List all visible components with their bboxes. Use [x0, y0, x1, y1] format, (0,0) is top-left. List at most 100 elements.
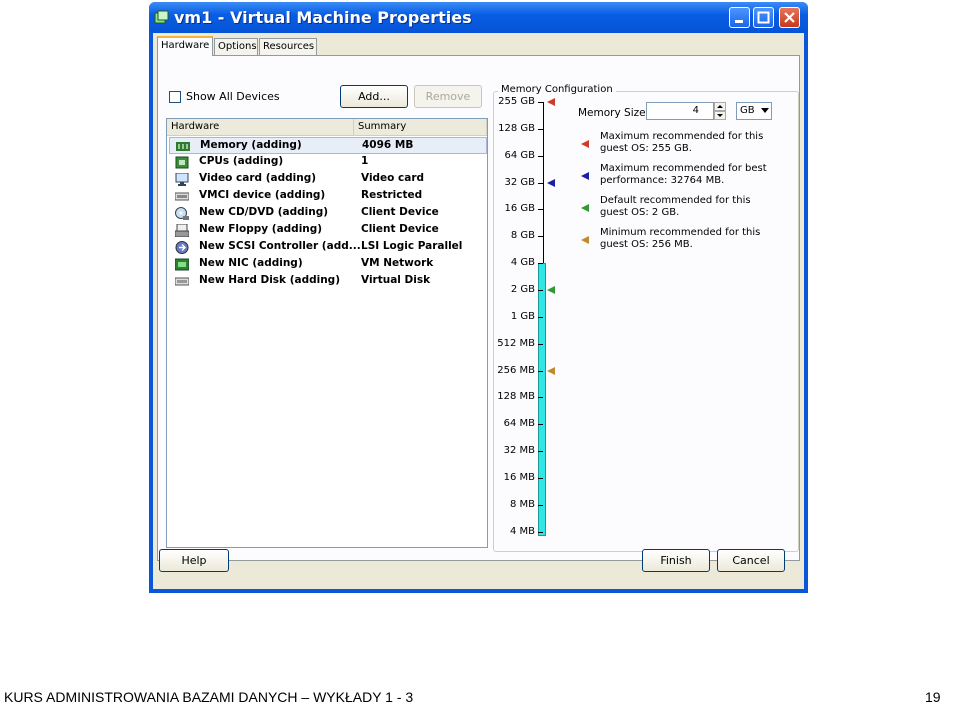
scale-tick [538, 102, 543, 103]
vmci-icon [175, 192, 189, 201]
scsi-icon [175, 241, 189, 254]
default-marker-icon [581, 204, 589, 212]
scale-tick [538, 370, 543, 372]
row-name: New Hard Disk (adding) [199, 274, 340, 286]
monitor-icon [175, 173, 189, 186]
row-name: Memory (adding) [200, 139, 302, 151]
row-name: New Floppy (adding) [199, 223, 323, 235]
scale-tick [538, 504, 543, 506]
scale-marker-icon [547, 285, 555, 294]
row-name: New CD/DVD (adding) [199, 206, 329, 218]
scale-tick-label: 128 MB [497, 391, 535, 403]
column-header-hardware[interactable]: Hardware [167, 119, 354, 135]
cancel-button[interactable]: Cancel [717, 549, 785, 572]
add-button[interactable]: Add... [340, 85, 408, 108]
properties-window: vm1 - Virtual Machine Properties Hardwar… [149, 2, 808, 593]
table-row[interactable]: Memory (adding) 4096 MB [169, 137, 487, 154]
scale-tick-label: 4 MB [509, 525, 535, 537]
scale-tick [538, 182, 543, 184]
memory-size-label: Memory Size: [578, 107, 650, 119]
scale-tick-label: 32 MB [503, 445, 535, 457]
row-summary: Client Device [361, 206, 439, 218]
show-all-devices-checkbox[interactable] [169, 91, 181, 103]
scale-tick [538, 397, 543, 399]
legend-min-os: Minimum recommended for this guest OS: 2… [600, 227, 761, 250]
minimize-icon [735, 20, 743, 23]
scale-tick [538, 128, 543, 130]
row-name: Video card (adding) [199, 172, 317, 184]
row-name: New NIC (adding) [199, 257, 303, 269]
memory-unit-select[interactable]: GB [736, 102, 772, 120]
scale-marker-icon [547, 178, 555, 187]
vm-icon [154, 10, 169, 24]
maximize-button[interactable] [753, 7, 774, 28]
show-all-devices-label: Show All Devices [186, 90, 280, 103]
legend-max-performance: Maximum recommended for best performance… [600, 163, 767, 186]
cdrom-icon [175, 207, 189, 220]
tab-hardware[interactable]: Hardware [157, 36, 213, 56]
memory-size-input[interactable]: 4 [646, 102, 714, 120]
table-row[interactable]: Video card (adding) Video card [169, 171, 487, 188]
scale-tick-label: 16 MB [503, 471, 535, 483]
remove-button[interactable]: Remove [414, 85, 482, 108]
scale-marker-icon [547, 98, 555, 106]
row-summary: Restricted [361, 189, 423, 201]
window-title: vm1 - Virtual Machine Properties [174, 8, 472, 27]
table-row[interactable]: New CD/DVD (adding) Client Device [169, 205, 487, 222]
column-header-summary[interactable]: Summary [354, 119, 487, 135]
row-summary: Virtual Disk [361, 274, 431, 286]
scale-tick-label: 8 MB [509, 498, 535, 510]
legend-max-os: Maximum recommended for this guest OS: 2… [600, 131, 764, 154]
scale-tick [538, 451, 543, 453]
floppy-icon [175, 224, 189, 237]
scale-marker-icon [547, 366, 555, 375]
scale-tick [538, 316, 543, 318]
list-header: Hardware Summary [167, 119, 487, 136]
row-summary: Video card [361, 172, 425, 184]
scale-tick-label: 32 GB [504, 176, 535, 188]
scale-tick [538, 531, 543, 533]
memory-level-bar[interactable] [538, 263, 546, 536]
table-row[interactable]: CPUs (adding) 1 [169, 154, 487, 171]
legend-default: Default recommended for this guest OS: 2… [600, 195, 751, 218]
memory-unit-value: GB [740, 105, 755, 116]
scale-tick-label: 2 GB [510, 283, 535, 295]
max-os-marker-icon [581, 140, 589, 148]
hardware-list: Hardware Summary Memory (adding) 4096 MB… [166, 118, 488, 548]
row-name: CPUs (adding) [199, 155, 284, 167]
nic-icon [175, 258, 189, 271]
tab-resources[interactable]: Resources [259, 38, 317, 55]
scale-tick-label: 512 MB [497, 337, 535, 349]
scale-tick [538, 424, 543, 426]
table-row[interactable]: New Floppy (adding) Client Device [169, 222, 487, 239]
scale-tick [538, 289, 543, 291]
scale-tick-label: 8 GB [510, 230, 535, 242]
chevron-down-icon [761, 108, 769, 113]
title-bar[interactable]: vm1 - Virtual Machine Properties [149, 2, 808, 33]
hardware-panel: Show All Devices Add... Remove Hardware … [157, 55, 800, 561]
slide-page-number: 19 [925, 689, 941, 705]
memory-icon [176, 142, 190, 151]
tab-options[interactable]: Options [214, 38, 258, 55]
close-button[interactable] [779, 7, 800, 28]
min-os-marker-icon [581, 236, 589, 244]
scale-tick-label: 64 MB [503, 418, 535, 430]
minimize-button[interactable] [729, 7, 750, 28]
scale-tick-label: 16 GB [504, 203, 535, 215]
memory-configuration-title: Memory Configuration [498, 84, 616, 95]
row-summary: 4096 MB [362, 139, 414, 151]
scale-tick-label: 128 GB [498, 122, 535, 134]
scale-tick-label: 64 GB [504, 149, 535, 161]
memory-size-spinner[interactable] [714, 102, 726, 120]
table-row[interactable]: New Hard Disk (adding) Virtual Disk [169, 273, 487, 290]
scale-tick [538, 343, 543, 345]
scale-tick [538, 477, 543, 479]
row-name: New SCSI Controller (add... [199, 240, 361, 252]
table-row[interactable]: New SCSI Controller (add... LSI Logic Pa… [169, 239, 487, 256]
row-summary: Client Device [361, 223, 439, 235]
table-row[interactable]: VMCI device (adding) Restricted [169, 188, 487, 205]
table-row[interactable]: New NIC (adding) VM Network [169, 256, 487, 273]
finish-button[interactable]: Finish [642, 549, 710, 572]
scale-tick-label: 256 MB [497, 364, 535, 376]
help-button[interactable]: Help [159, 549, 229, 572]
